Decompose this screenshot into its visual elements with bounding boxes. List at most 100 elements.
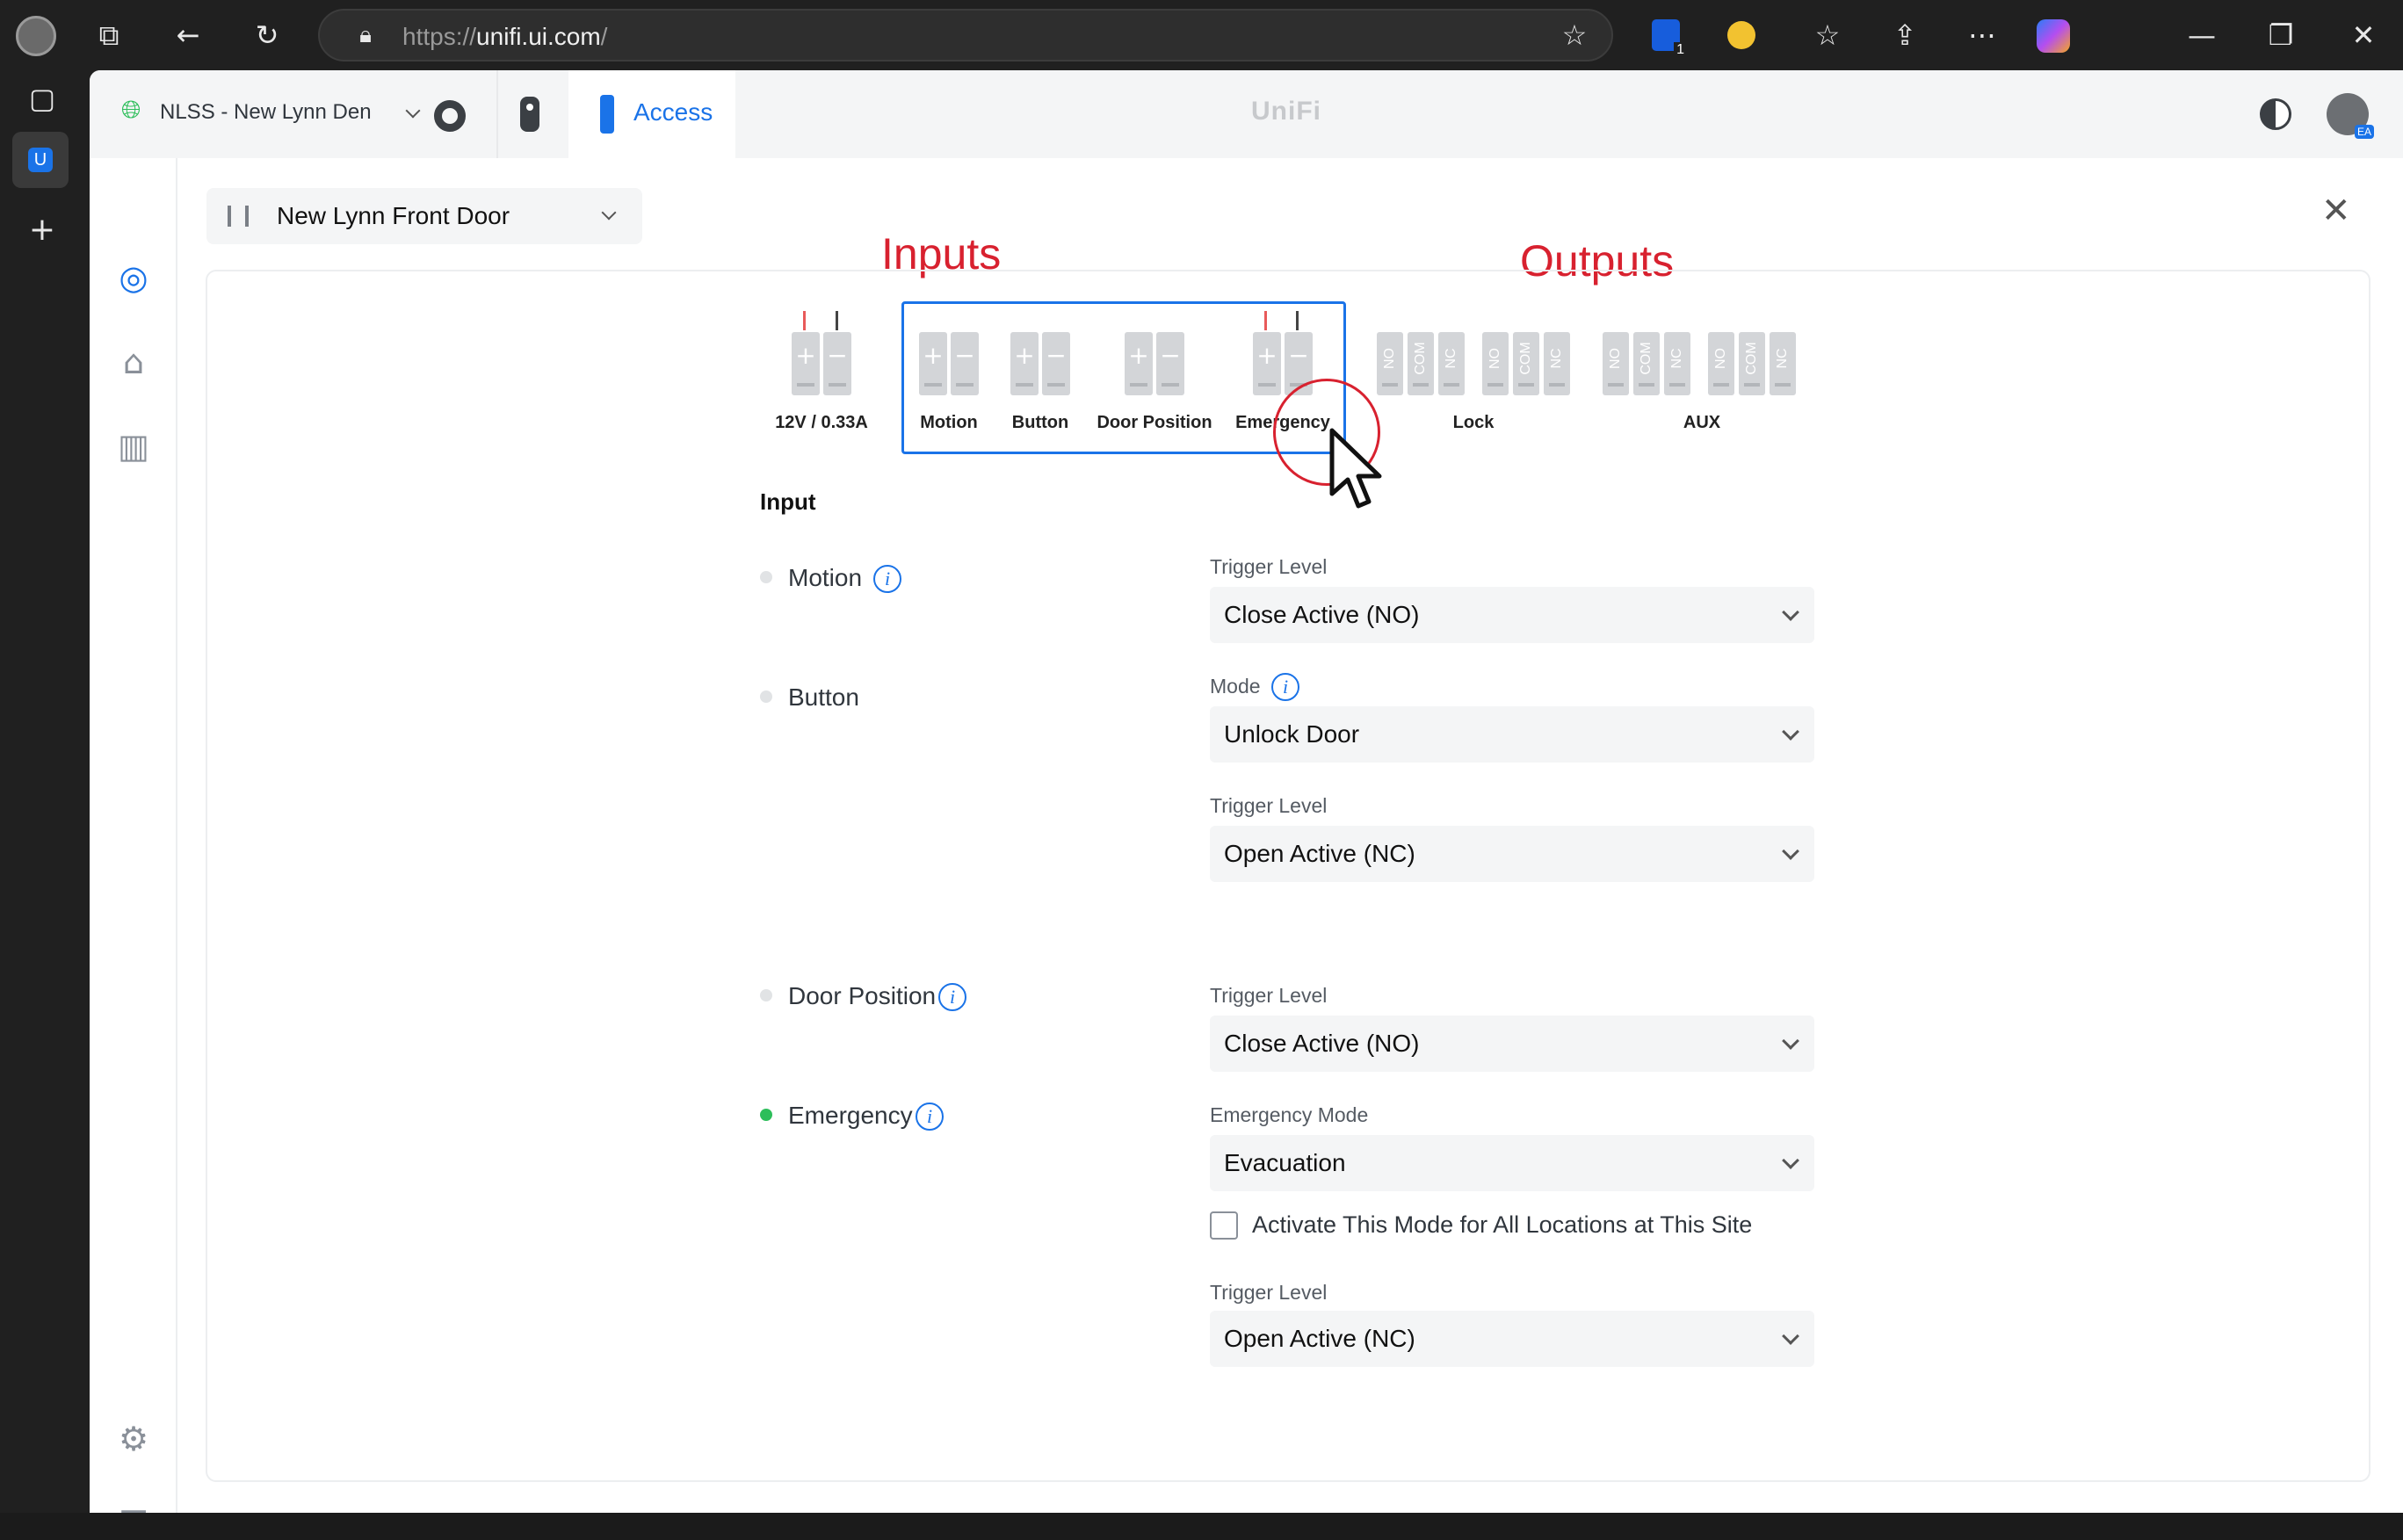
red-wire: [803, 311, 806, 330]
emergency-trigger-level-label: Trigger Level: [1210, 1281, 1328, 1304]
emergency-label: Emergency: [788, 1102, 913, 1129]
all-locations-checkbox[interactable]: [1210, 1211, 1238, 1240]
app-sidebar: ◎ ⌂ ▥ ⚙ ☰: [90, 158, 177, 1513]
new-tab-icon[interactable]: +: [21, 213, 63, 248]
output-terminal: COM: [1408, 332, 1434, 395]
output-terminal: NO: [1708, 332, 1734, 395]
refresh-icon[interactable]: ↻: [246, 18, 288, 53]
terminal-plus: +: [1125, 332, 1153, 395]
chevron-down-icon: [1782, 723, 1799, 741]
globe-icon: 🌐︎: [121, 95, 141, 124]
door-icon: [228, 206, 231, 227]
workspaces-icon[interactable]: ⧉: [88, 18, 130, 53]
motion-info-icon[interactable]: i: [873, 565, 901, 593]
protect-app-icon[interactable]: [434, 100, 466, 132]
vertical-tab-strip: ▢ U +: [0, 70, 90, 1540]
divider: [496, 70, 498, 158]
web-page: 🌐︎ NLSS - New Lynn Den Access UniFi EA ◎…: [90, 70, 2403, 1513]
output-terminal: NC: [1664, 332, 1690, 395]
door-position-trigger-level-select[interactable]: Close Active (NO): [1210, 1016, 1814, 1072]
output-terminal: NO: [1482, 332, 1509, 395]
tab-access[interactable]: Access: [568, 70, 735, 158]
emergency-mode-select[interactable]: Evacuation: [1210, 1135, 1814, 1191]
button-status-dot: [760, 690, 772, 703]
mode-info-icon[interactable]: i: [1271, 673, 1299, 701]
profile-avatar[interactable]: [16, 16, 56, 56]
theme-toggle-icon[interactable]: [2260, 98, 2291, 130]
user-avatar[interactable]: EA: [2327, 93, 2374, 139]
motion-trigger-level-label: Trigger Level: [1210, 555, 1328, 578]
emergency-info-icon[interactable]: i: [916, 1103, 944, 1131]
unifi-logo: UniFi: [1251, 97, 1321, 126]
copilot-icon[interactable]: [2037, 19, 2070, 53]
button-label: Button: [788, 683, 859, 711]
terminal-minus: −: [951, 332, 979, 395]
terminal-plus: +: [1253, 332, 1281, 395]
doorbell-lens: [526, 104, 533, 111]
motion-label: Motion: [788, 564, 863, 591]
terminal-minus: −: [1042, 332, 1070, 395]
devices-icon[interactable]: ▥: [111, 423, 156, 469]
unifi-tab[interactable]: U: [12, 132, 69, 188]
terminal-minus: −: [823, 332, 851, 395]
app-header: 🌐︎ NLSS - New Lynn Den Access UniFi EA: [90, 70, 2403, 158]
doors-icon[interactable]: ⌂: [111, 339, 156, 385]
black-wire: [836, 311, 838, 330]
chevron-down-icon: [1782, 1032, 1799, 1050]
chevron-down-icon: [1782, 604, 1799, 621]
tab-actions-icon[interactable]: ▢: [21, 81, 63, 116]
button-mode-select[interactable]: Unlock Door: [1210, 706, 1814, 763]
button-connector-label: Button: [1011, 413, 1069, 432]
black-wire: [1296, 311, 1299, 330]
door-position-info-icon[interactable]: i: [938, 983, 966, 1011]
extension-icon[interactable]: [1727, 21, 1755, 49]
button-trigger-level-label: Trigger Level: [1210, 794, 1328, 817]
more-icon[interactable]: ⋯: [1961, 18, 2003, 53]
motion-status-dot: [760, 571, 772, 583]
output-terminal: NO: [1603, 332, 1629, 395]
address-bar[interactable]: 🔒︎ https://unifi.ui.com/ ☆: [318, 9, 1613, 61]
taskbar: [0, 1513, 2403, 1540]
all-locations-checkbox-label[interactable]: Activate This Mode for All Locations at …: [1252, 1211, 1752, 1239]
emergency-trigger-level-select[interactable]: Open Active (NC): [1210, 1311, 1814, 1367]
restore-icon[interactable]: ❐: [2260, 18, 2302, 53]
output-terminal: COM: [1513, 332, 1539, 395]
minimize-icon[interactable]: —: [2181, 18, 2223, 53]
site-selector[interactable]: 🌐︎ NLSS - New Lynn Den: [121, 95, 473, 134]
close-panel-icon[interactable]: ✕: [2321, 193, 2351, 228]
chevron-down-icon: [1782, 1152, 1799, 1169]
favorites-icon[interactable]: ☆: [1806, 18, 1849, 53]
output-terminal: NC: [1770, 332, 1796, 395]
lock-connector-label: Lock: [1452, 413, 1495, 432]
back-icon[interactable]: ←: [167, 18, 209, 53]
avatar-badge: EA: [2354, 125, 2374, 139]
terminal-plus: +: [1010, 332, 1039, 395]
motion-trigger-level-select[interactable]: Close Active (NO): [1210, 587, 1814, 643]
bitwarden-extension-icon[interactable]: 1: [1652, 19, 1687, 58]
output-terminal: COM: [1633, 332, 1660, 395]
share-icon[interactable]: ⇪: [1884, 18, 1926, 53]
emergency-mode-label: Emergency Mode: [1210, 1103, 1369, 1126]
settings-icon[interactable]: ⚙: [111, 1416, 156, 1462]
dashboard-icon[interactable]: ◎: [111, 255, 156, 300]
mouse-cursor-icon: [1329, 428, 1382, 509]
doorbell-app-icon[interactable]: [520, 97, 539, 132]
chevron-down-icon: [1782, 842, 1799, 860]
lock-icon: 🔒︎: [359, 22, 372, 48]
red-wire: [1264, 311, 1267, 330]
output-terminal: NO: [1377, 332, 1403, 395]
extension-badge: 1: [1674, 42, 1687, 58]
door-position-status-dot: [760, 989, 772, 1001]
door-position-trigger-level-value: Close Active (NO): [1224, 1030, 1420, 1057]
logs-icon[interactable]: ☰: [111, 1500, 156, 1513]
close-window-icon[interactable]: ✕: [2342, 18, 2385, 53]
emergency-status-dot: [760, 1109, 772, 1121]
output-terminal: NC: [1438, 332, 1465, 395]
button-mode-label: Mode: [1210, 675, 1261, 698]
emergency-mode-value: Evacuation: [1224, 1149, 1346, 1176]
door-position-trigger-level-label: Trigger Level: [1210, 984, 1328, 1007]
door-selector[interactable]: New Lynn Front Door: [206, 188, 642, 244]
terminal-plus: +: [919, 332, 947, 395]
button-trigger-level-select[interactable]: Open Active (NC): [1210, 826, 1814, 882]
favorite-star-icon[interactable]: ☆: [1553, 18, 1596, 53]
